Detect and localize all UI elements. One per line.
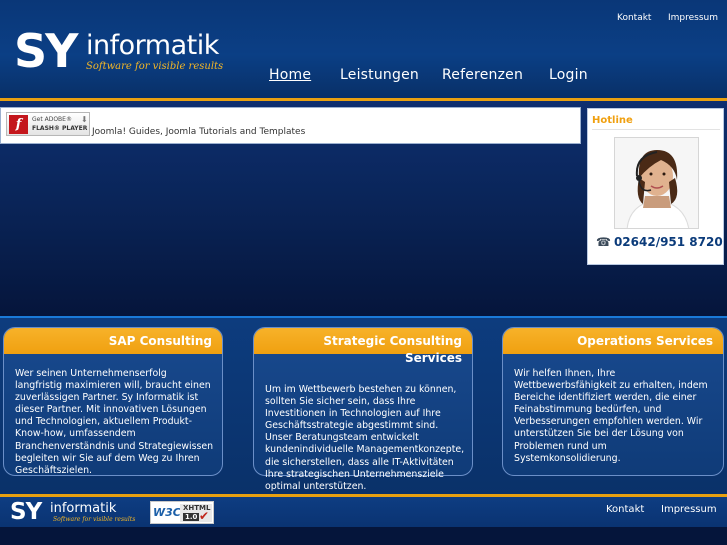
footer-logo-link[interactable]: SY informatik Software for visible resul… — [10, 499, 136, 528]
logo-name: informatik — [86, 30, 219, 61]
hotline-panel: Hotline ☎ 02642/951 8720 — [587, 108, 724, 265]
flash-get-label: Get ADOBE® — [32, 116, 72, 123]
footer-logo-tagline: Software for visible results — [53, 516, 136, 523]
logo-tagline: Software for visible results — [86, 61, 224, 72]
footer-logo-mark: SY — [10, 499, 42, 525]
download-arrow-icon: ⬇ — [81, 115, 88, 124]
flash-placeholder: f Get ADOBE® FLASH® PLAYER ⬇ Joomla! Gui… — [0, 107, 581, 144]
card-body: Wir helfen Ihnen, Ihre Wettbewerbsfähigk… — [514, 368, 708, 464]
card-body: Um im Wettbewerb bestehen zu können, sol… — [265, 384, 465, 492]
card-operations-services: Operations Services Wir helfen Ihnen, Ih… — [502, 327, 724, 476]
top-link-impressum[interactable]: Impressum — [668, 13, 718, 23]
card-body: Wer seinen Unternehmenserfolg langfristi… — [15, 368, 214, 476]
phone-icon: ☎ — [596, 235, 611, 249]
xhtml-version: 1.0 — [183, 513, 200, 521]
hotline-title: Hotline — [592, 115, 633, 126]
logo-mark: SY — [14, 24, 78, 78]
top-link-kontakt[interactable]: Kontakt — [617, 13, 651, 23]
w3c-xhtml-badge[interactable]: W3C XHTML 1.0 ✔ — [150, 501, 214, 524]
footer-link-kontakt[interactable]: Kontakt — [606, 504, 644, 515]
card-title: SAP Consulting — [108, 334, 212, 348]
card-title: Strategic Consulting Services — [323, 334, 462, 365]
nav-home[interactable]: Home — [269, 67, 311, 83]
nav-referenzen[interactable]: Referenzen — [442, 67, 523, 83]
hotline-agent-photo — [614, 137, 699, 229]
flash-player-label: FLASH® PLAYER — [32, 125, 88, 132]
w3c-check-icon: ✔ — [199, 509, 210, 523]
w3c-logo: W3C — [153, 506, 181, 519]
card-sap-consulting: SAP Consulting Wer seinen Unternehmenser… — [3, 327, 223, 476]
flash-player-icon: f — [9, 115, 28, 134]
card-title: Operations Services — [577, 334, 713, 348]
flash-alt-text: Joomla! Guides, Joomla Tutorials and Tem… — [92, 127, 306, 137]
hotline-divider — [592, 129, 720, 130]
hotline-phone: ☎ 02642/951 8720 — [596, 235, 726, 249]
card-strategic-consulting: Strategic Consulting Services Um im Wett… — [253, 327, 473, 492]
nav-leistungen[interactable]: Leistungen — [340, 67, 419, 83]
hotline-phone-number: 02642/951 8720 — [613, 235, 723, 249]
footer-base — [0, 527, 727, 545]
footer-logo-name: informatik — [50, 501, 117, 516]
footer-link-impressum[interactable]: Impressum — [661, 504, 717, 515]
get-flash-button[interactable]: f Get ADOBE® FLASH® PLAYER ⬇ — [6, 112, 90, 136]
logo-link[interactable]: SY informatik Software for visible resul… — [14, 24, 223, 78]
nav-login[interactable]: Login — [549, 67, 588, 83]
